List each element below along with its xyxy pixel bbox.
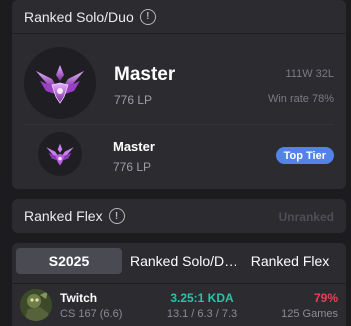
ranked-flex-title: Ranked Flex: [24, 208, 103, 224]
season-tabs: S2025 Ranked Solo/D… Ranked Flex: [12, 247, 346, 275]
tab-season[interactable]: S2025: [16, 248, 122, 274]
ranked-solo-header: Ranked Solo/Duo !: [12, 0, 346, 34]
champion-kda: 3.25:1 KDA: [170, 291, 234, 305]
champion-stats-card: S2025 Ranked Solo/D… Ranked Flex Twitch …: [12, 243, 346, 326]
current-lp: 776 LP: [114, 93, 153, 107]
ranked-flex-card: Ranked Flex ! Unranked: [12, 199, 346, 233]
master-emblem-icon: [24, 47, 96, 119]
ranked-solo-title: Ranked Solo/Duo: [24, 8, 134, 25]
tab-ranked-flex[interactable]: Ranked Flex: [236, 248, 344, 274]
info-icon[interactable]: !: [108, 208, 125, 224]
champion-games: 125 Games: [281, 308, 338, 320]
champion-kda-detail: 13.1 / 6.3 / 7.3: [166, 308, 238, 320]
champion-cs: CS 167 (6.6): [60, 308, 123, 320]
peak-lp: 776 LP: [113, 160, 152, 174]
info-icon[interactable]: !: [139, 8, 156, 25]
ranked-solo-card: Ranked Solo/Duo ! Master 776 LP 111W 32L…: [12, 0, 346, 189]
win-loss-record: 111W 32L: [285, 68, 334, 80]
win-rate: Win rate 78%: [267, 93, 334, 105]
flex-status: Unranked: [278, 210, 334, 224]
champion-win-rate: 79%: [313, 291, 338, 305]
divider: [24, 124, 334, 125]
champion-name: Twitch: [60, 291, 98, 305]
current-tier: Master: [114, 64, 176, 85]
peak-tier: Master: [113, 139, 155, 154]
champion-row[interactable]: Twitch CS 167 (6.6) 3.25:1 KDA 13.1 / 6.…: [12, 283, 346, 326]
master-emblem-small-icon: [38, 132, 82, 176]
champion-portrait: [20, 289, 52, 321]
tab-ranked-solo[interactable]: Ranked Solo/D…: [124, 248, 236, 274]
top-tier-badge: Top Tier: [275, 147, 334, 164]
